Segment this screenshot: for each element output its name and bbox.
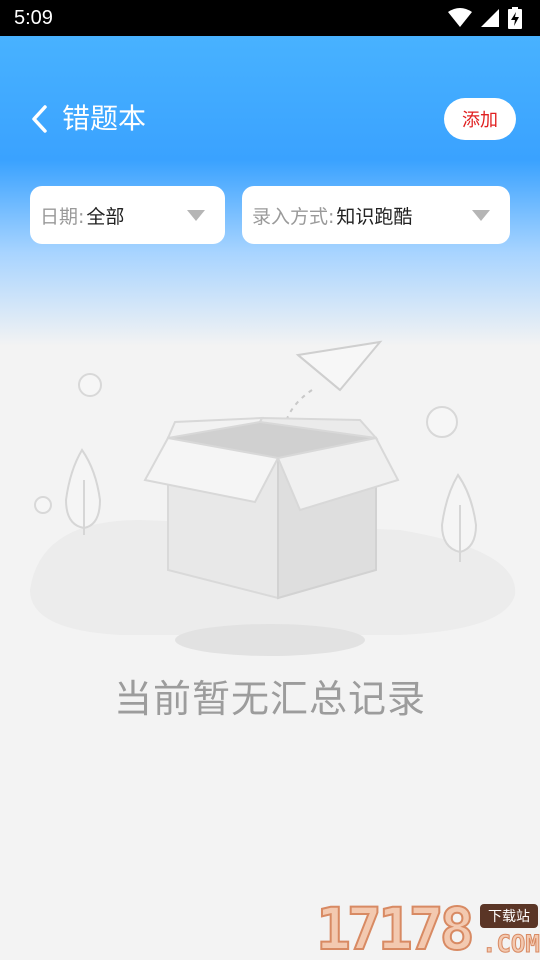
date-filter-value: 全部 [86,205,125,228]
method-filter-value: 知识跑酷 [336,205,413,228]
signal-icon [481,9,499,27]
date-filter-dropdown[interactable]: 日期: 全部 [30,186,225,244]
add-button[interactable]: 添加 [444,98,516,140]
back-button[interactable] [22,102,56,136]
empty-state-message: 当前暂无汇总记录 [113,677,426,721]
watermark-domain: .COM [482,930,540,959]
nav-bar: 错题本 添加 [0,88,540,150]
battery-charging-icon [508,7,522,29]
watermark-digits: 17178 [315,895,476,960]
empty-box-illustration [30,340,516,656]
caret-down-icon [187,210,205,221]
page-title: 错题本 [62,102,147,135]
watermark-logo: 17178 下载站 .COM [315,895,540,960]
date-filter-label: 日期: [40,205,85,228]
caret-down-icon [472,210,490,221]
status-bar: 5:09 [0,0,540,36]
method-filter-dropdown[interactable]: 录入方式: 知识跑酷 [242,186,510,244]
chevron-left-icon [32,105,47,133]
method-filter-label: 录入方式: [252,205,335,228]
wifi-icon [448,8,472,27]
status-time: 5:09 [14,6,53,29]
status-icons [448,7,522,29]
watermark-badge: 下载站 [480,904,538,928]
